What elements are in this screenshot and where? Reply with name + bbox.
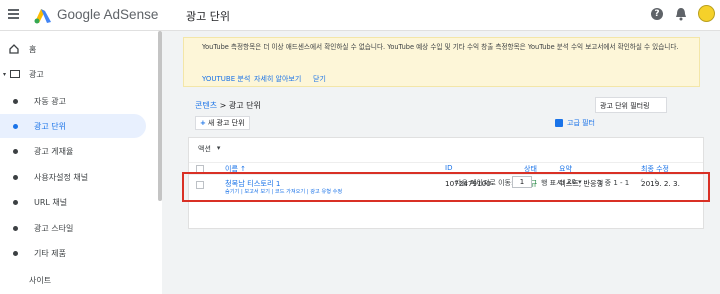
- breadcrumb-current: 광고 단위: [228, 101, 261, 110]
- sidebar-item-label: 사용자설정 채널: [34, 172, 89, 182]
- sidebar-item-label: 자동 광고: [34, 96, 66, 106]
- bullet-icon: [13, 123, 18, 129]
- menu-icon[interactable]: [8, 9, 19, 19]
- bullet-icon: [13, 148, 18, 154]
- sidebar-item-custom-channels[interactable]: 사용자설정 채널: [0, 165, 146, 189]
- new-ad-unit-label: 새 광고 단위: [207, 119, 245, 127]
- sidebar-item-auto-ads[interactable]: 자동 광고: [0, 89, 146, 113]
- help-icon[interactable]: ?: [651, 8, 663, 20]
- youtube-notice: YouTube 측정항목은 더 이상 애드센스에서 확인하실 수 없습니다. Y…: [183, 37, 700, 87]
- action-dropdown[interactable]: 액션 ▾: [198, 144, 220, 154]
- sidebar-item-label: 홈: [29, 44, 37, 54]
- go-to-page-label: 다음 페이지로 이동:: [455, 179, 514, 187]
- sidebar-item-other-products[interactable]: 기타 제품: [0, 241, 146, 265]
- caret-down-icon: ▾: [3, 70, 7, 78]
- bell-icon[interactable]: [675, 7, 687, 21]
- sidebar-item-label: 광고 스타일: [34, 223, 74, 233]
- sidebar-item-ads[interactable]: ▾ 광고: [0, 62, 146, 86]
- rows-per-page-value: 20: [567, 178, 576, 186]
- next-page-icon[interactable]: ›: [654, 176, 658, 186]
- checkbox-checked-icon: [555, 119, 563, 127]
- bullet-icon: [13, 98, 18, 104]
- brand-name[interactable]: Google AdSense: [57, 7, 158, 22]
- filter-input[interactable]: 광고 단위 필터링: [595, 97, 667, 113]
- learn-more-link[interactable]: 자세히 알아보기: [254, 74, 301, 84]
- sidebar-item-label: URL 채널: [34, 197, 68, 207]
- avatar[interactable]: [698, 5, 715, 22]
- sidebar-item-label: 광고 단위: [34, 121, 66, 131]
- pagination-range: 1 중 1 - 1: [598, 179, 630, 187]
- rows-per-page-label: 행 표시:: [541, 179, 565, 187]
- bullet-icon: [13, 250, 18, 256]
- sidebar-item-label: 광고: [29, 69, 44, 79]
- advanced-filter-label: 고급 필터: [567, 119, 595, 127]
- sidebar-item-label: 기타 제품: [34, 248, 66, 258]
- breadcrumb-separator: >: [217, 101, 229, 110]
- action-label: 액션: [198, 145, 211, 153]
- top-bar: Google AdSense 광고 단위 ?: [0, 0, 720, 31]
- youtube-analytics-link[interactable]: YOUTUBE 분석: [202, 74, 250, 84]
- notice-text: YouTube 측정항목은 더 이상 애드센스에서 확인하실 수 없습니다. Y…: [202, 43, 679, 51]
- caret-down-icon: ▾: [578, 178, 582, 186]
- sidebar-item-home[interactable]: 홈: [0, 37, 146, 61]
- bullet-icon: [13, 199, 18, 205]
- rows-per-page-select[interactable]: 20 ▾: [567, 178, 582, 186]
- main-content: YouTube 측정항목은 더 이상 애드센스에서 확인하실 수 없습니다. Y…: [162, 31, 720, 294]
- bullet-icon: [13, 174, 18, 180]
- row-highlight-annotation: [182, 172, 710, 202]
- sidebar-item-url-channels[interactable]: URL 채널: [0, 190, 146, 214]
- header-id[interactable]: ID: [445, 164, 452, 172]
- bullet-icon: [13, 225, 18, 231]
- adsense-logo-icon: [34, 9, 51, 24]
- sidebar-item-sites[interactable]: 사이트: [29, 275, 51, 286]
- sidebar-item-ad-styles[interactable]: 광고 스타일: [0, 216, 146, 240]
- sidebar: 홈 ▾ 광고 자동 광고 광고 단위 광고 게재율 사용자설정 채널 URL 채…: [0, 31, 161, 294]
- plus-icon: +: [200, 119, 206, 127]
- home-icon: [9, 44, 19, 54]
- dismiss-link[interactable]: 닫기: [313, 74, 326, 84]
- page-title: 광고 단위: [186, 10, 230, 23]
- sidebar-item-ad-units[interactable]: 광고 단위: [0, 114, 146, 138]
- sidebar-item-label: 광고 게재율: [34, 146, 74, 156]
- advanced-filter-toggle[interactable]: 고급 필터: [555, 118, 595, 128]
- caret-down-icon: ▾: [216, 144, 221, 152]
- breadcrumb: 콘텐츠 > 광고 단위: [195, 100, 261, 111]
- sidebar-item-ad-balance[interactable]: 광고 게재율: [0, 139, 146, 163]
- ads-icon: [10, 70, 20, 78]
- page-input[interactable]: 1: [512, 176, 532, 188]
- new-ad-unit-button[interactable]: + 새 광고 단위: [195, 116, 250, 130]
- breadcrumb-content-link[interactable]: 콘텐츠: [195, 101, 217, 110]
- prev-page-icon[interactable]: ‹: [640, 176, 644, 186]
